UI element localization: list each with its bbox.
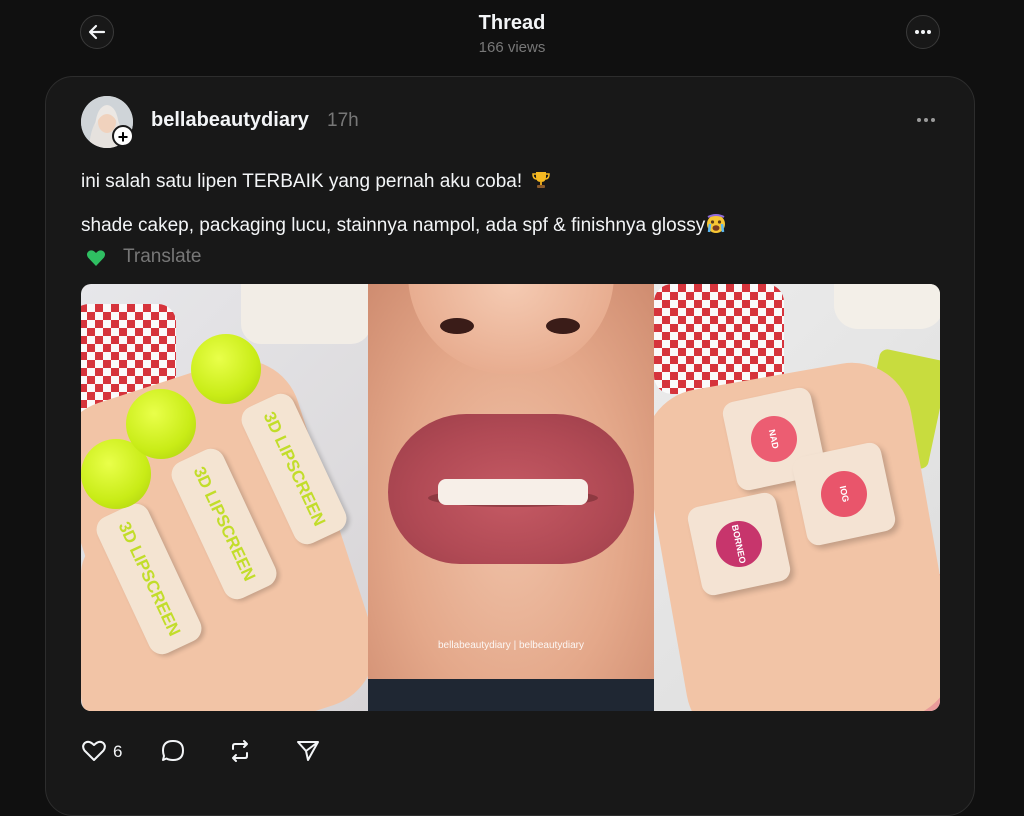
plus-icon: + [117, 127, 129, 147]
heart-icon [82, 740, 106, 761]
green-heart-emoji-icon [86, 250, 106, 266]
ellipsis-icon [915, 30, 931, 34]
image-gallery[interactable]: 3D LIPSCREEN 3D LIPSCREEN 3D LIPSCREEN b… [81, 284, 940, 711]
like-button[interactable] [81, 738, 107, 769]
image-watermark: bellabeautydiary | belbeautydiary [437, 640, 585, 651]
comment-icon [162, 740, 184, 761]
post-text-line-1: ini salah satu lipen TERBAIK yang pernah… [81, 170, 551, 193]
gallery-image-1[interactable]: 3D LIPSCREEN 3D LIPSCREEN 3D LIPSCREEN [81, 284, 368, 711]
share-icon [297, 741, 319, 761]
product-label: IOG [837, 484, 851, 504]
nostril [440, 318, 474, 334]
top-bar: Thread 166 views [0, 0, 1024, 76]
product-label-dot: IOG [816, 466, 872, 522]
crying-face-emoji-icon [707, 214, 726, 233]
repost-icon [232, 740, 248, 762]
product-label: BORNEO [729, 523, 748, 565]
trophy-emoji-icon [532, 172, 551, 188]
view-count: 166 views [478, 39, 546, 56]
post-text: ini salah satu lipen TERBAIK yang pernah… [81, 171, 523, 192]
comment-button[interactable] [160, 738, 186, 769]
gallery-image-2[interactable]: bellabeautydiary | belbeautydiary [368, 284, 654, 711]
clothing [368, 679, 654, 711]
more-options-button[interactable] [906, 15, 940, 49]
lips [388, 414, 634, 564]
decor-case [834, 284, 940, 329]
like-count: 6 [113, 742, 123, 761]
timestamp[interactable]: 17h [327, 110, 359, 132]
product-label-dot: NAD [746, 411, 802, 467]
follow-button[interactable]: + [112, 125, 134, 147]
page-title: Thread [478, 12, 546, 34]
gallery-image-3[interactable]: NAD IOG BORNEO [654, 284, 940, 711]
repost-button[interactable] [227, 738, 253, 769]
share-button[interactable] [295, 738, 321, 769]
username[interactable]: bellabeautydiary [151, 109, 309, 132]
product-label-dot: BORNEO [711, 516, 767, 572]
ellipsis-icon [917, 118, 935, 122]
post-text-line-2: shade cakep, packaging lucu, stainnya na… [81, 214, 726, 237]
lip-product-cap [191, 334, 261, 404]
product-label: NAD [767, 428, 781, 450]
nostril [546, 318, 580, 334]
translate-link[interactable]: Translate [123, 246, 202, 268]
teeth [438, 479, 588, 505]
lip-product-cube: BORNEO [685, 490, 793, 598]
nose [408, 284, 614, 374]
header-title-group: Thread 166 views [0, 10, 1024, 58]
post-more-button[interactable] [912, 110, 940, 130]
decor-case [241, 284, 368, 344]
post-text: shade cakep, packaging lucu, stainnya na… [81, 215, 706, 236]
lip-product-cube: IOG [790, 440, 898, 548]
lip-product-cap [126, 389, 196, 459]
